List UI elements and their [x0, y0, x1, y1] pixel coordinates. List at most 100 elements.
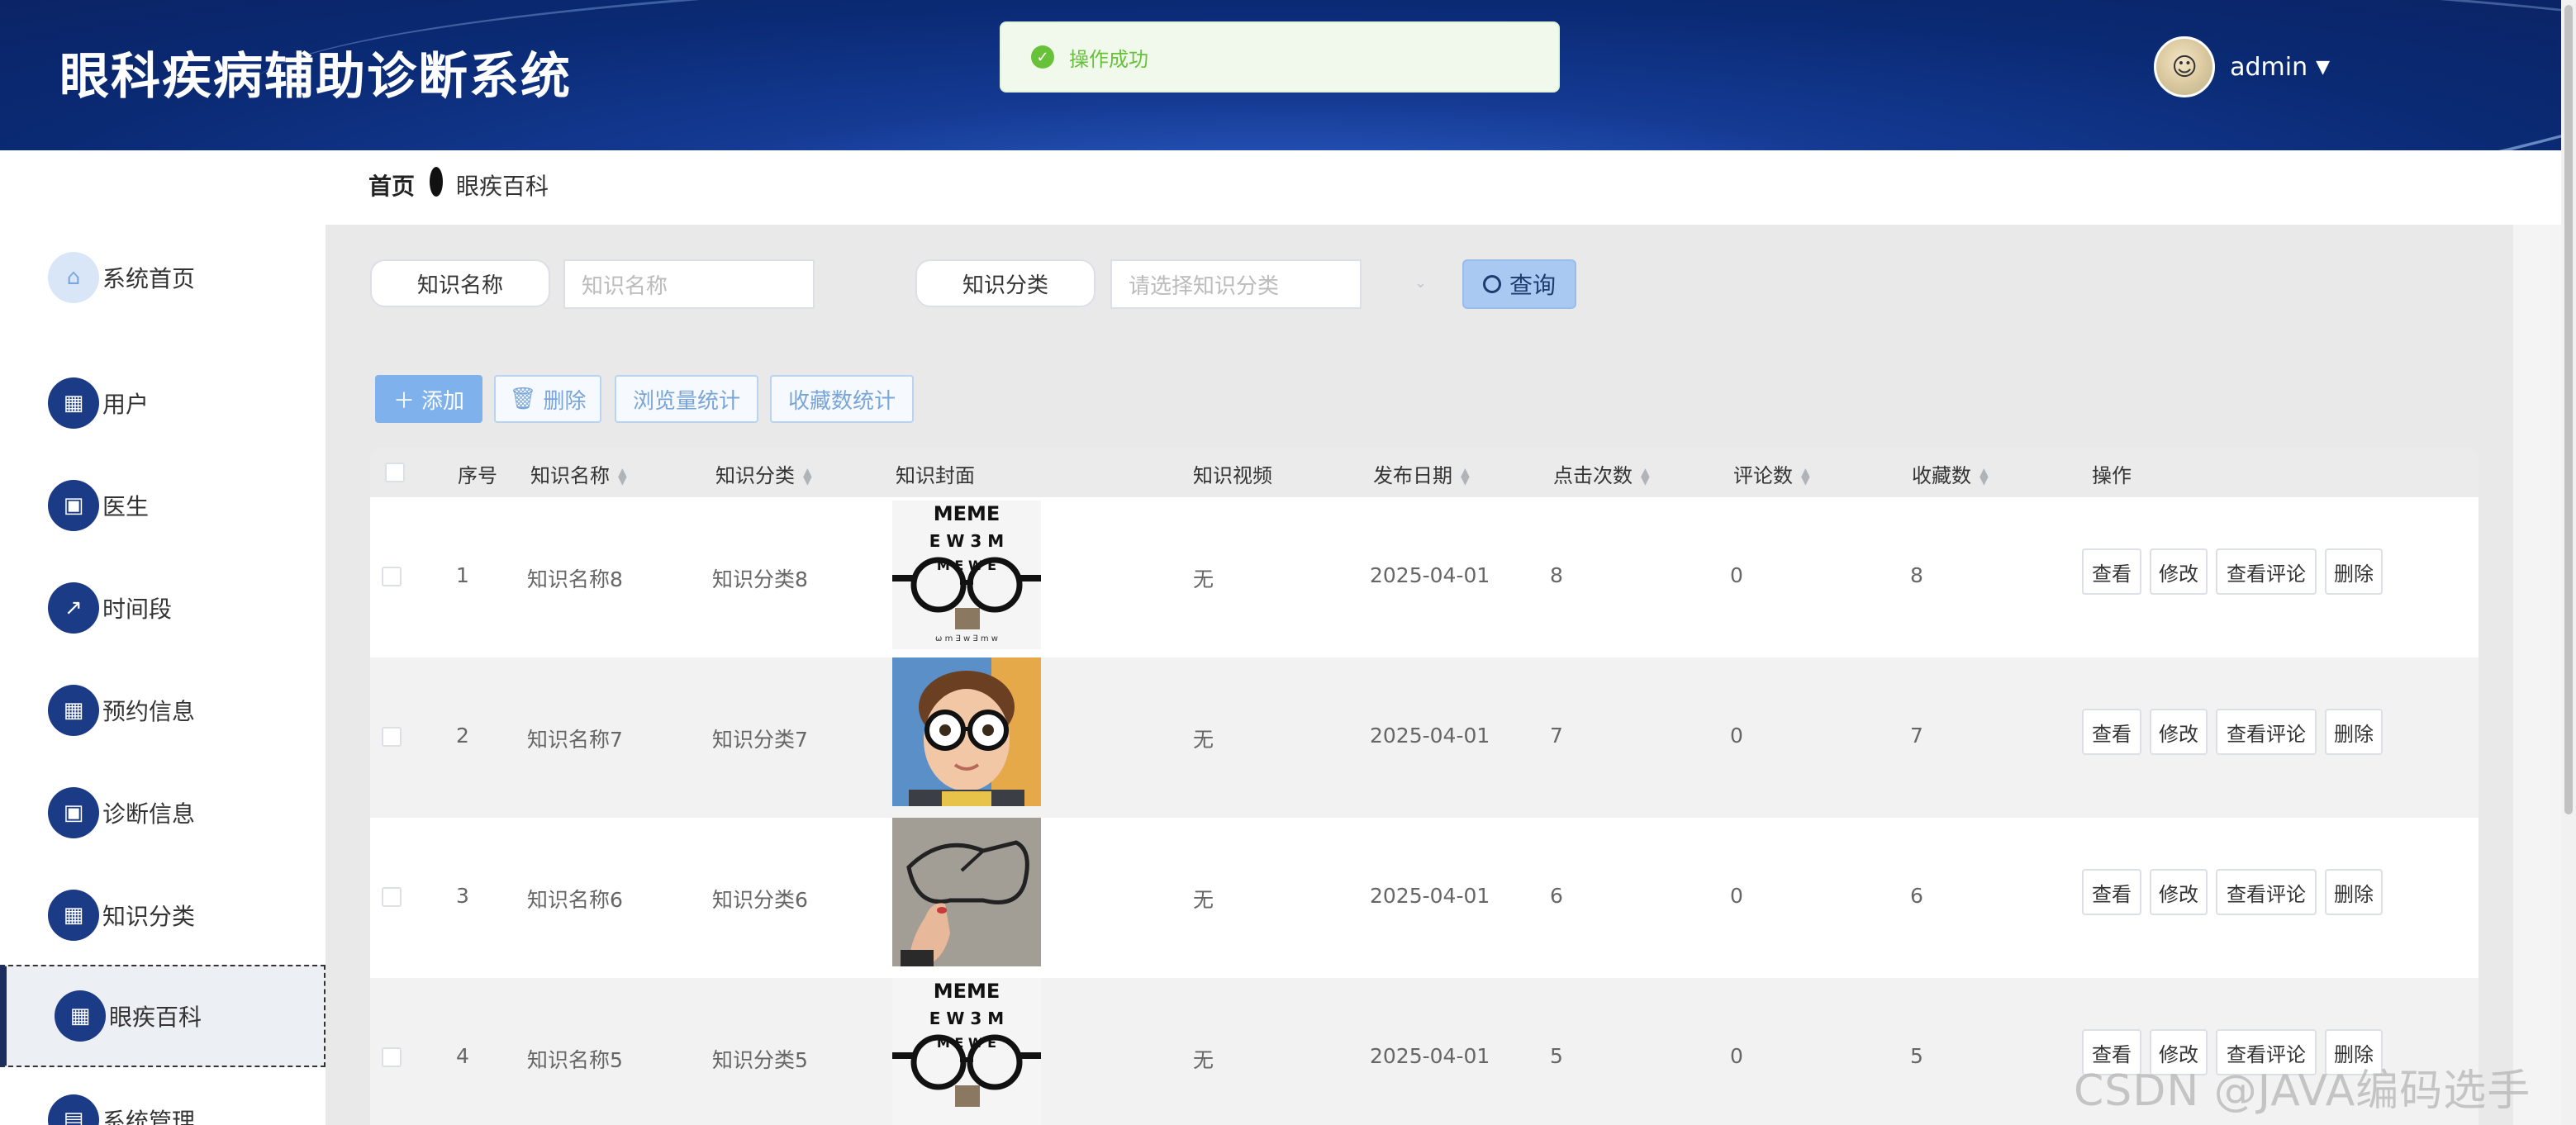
svg-text:E W 3 M: E W 3 M [929, 1009, 1004, 1028]
sidebar-item-label: 时间段 [102, 596, 173, 623]
home-icon: ⌂ [48, 252, 99, 303]
col-actions: 操作 [2092, 464, 2132, 487]
clipboard-icon: ▤ [48, 1094, 99, 1125]
app-title: 眼科疾病辅助诊断系统 [59, 48, 572, 106]
cell-name: 知识名称5 [527, 1048, 623, 1072]
cell-video: 无 [1193, 888, 1214, 912]
col-comments-label: 评论数 [1733, 464, 1793, 487]
col-clicks-label: 点击次数 [1553, 464, 1633, 487]
search-name-input[interactable]: 知识名称 [563, 259, 815, 309]
sidebar-item-diagnoses[interactable]: ▣ 诊断信息 [0, 763, 326, 862]
edit-button[interactable]: 修改 [2150, 869, 2208, 915]
grid-icon: ▦ [48, 377, 99, 429]
cover-image-hand-glasses [892, 818, 1041, 966]
edit-button[interactable]: 修改 [2150, 709, 2208, 755]
page-scrollbar[interactable] [2561, 0, 2576, 1125]
grid-icon: ▦ [55, 990, 106, 1042]
sidebar-item-knowledge-category[interactable]: ▦ 知识分类 [0, 866, 326, 965]
cell-index: 4 [456, 1044, 469, 1068]
view-comments-button[interactable]: 查看评论 [2216, 709, 2317, 755]
sidebar-item-label: 医生 [102, 493, 150, 520]
cell-clicks: 5 [1550, 1044, 1563, 1068]
col-date-label: 发布日期 [1373, 464, 1452, 487]
user-menu[interactable]: ☺ admin ▼ [2154, 36, 2330, 97]
table-row: 2 知识名称7 知识分类7 无 2025-04-01 7 0 7 查看 修改 查… [370, 657, 2479, 818]
sort-icon: ▲ ▼ [1641, 466, 1650, 487]
col-index: 序号 [458, 464, 497, 487]
col-favorites-label: 收藏数 [1912, 464, 1971, 487]
sidebar-item-eye-encyclopedia[interactable]: ▦ 眼疾百科 [0, 965, 326, 1067]
favorites-stat-button[interactable]: 收藏数统计 [770, 375, 914, 423]
cell-clicks: 8 [1550, 563, 1563, 587]
sidebar-item-home[interactable]: ⌂ 系统首页 [0, 228, 326, 327]
breadcrumb-separator [430, 167, 443, 197]
cell-favorites: 8 [1910, 563, 1923, 587]
col-category-label: 知识分类 [715, 464, 795, 487]
sort-icon: ▲ ▼ [803, 466, 812, 487]
sidebar-item-label: 预约信息 [102, 698, 196, 725]
col-favorites[interactable]: 收藏数 ▲ ▼ [1912, 459, 1989, 488]
breadcrumb-home[interactable]: 首页 [368, 169, 415, 202]
view-comments-button[interactable]: 查看评论 [2216, 869, 2317, 915]
row-checkbox[interactable] [382, 887, 402, 907]
col-comments[interactable]: 评论数 ▲ ▼ [1733, 459, 1810, 488]
delete-button-label: 删除 [543, 388, 587, 414]
views-stat-button[interactable]: 浏览量统计 [615, 375, 758, 423]
cell-comments: 0 [1730, 724, 1743, 748]
edit-button[interactable]: 修改 [2150, 548, 2208, 595]
cell-comments: 0 [1730, 1044, 1743, 1068]
delete-button[interactable]: 🗑 删除 [494, 375, 601, 423]
scrollbar-thumb[interactable] [2564, 5, 2573, 814]
row-delete-button[interactable]: 删除 [2325, 548, 2383, 595]
cell-video: 无 [1193, 728, 1214, 752]
category-select[interactable]: 请选择知识分类 [1110, 259, 1362, 309]
cell-category: 知识分类6 [712, 888, 808, 912]
col-clicks[interactable]: 点击次数 ▲ ▼ [1553, 459, 1650, 488]
search-icon [1482, 275, 1501, 293]
cell-clicks: 7 [1550, 724, 1563, 748]
briefcase-icon: ▣ [48, 480, 99, 531]
cell-video: 无 [1193, 567, 1214, 591]
svg-text:E W 3 M: E W 3 M [929, 531, 1004, 551]
view-comments-button[interactable]: 查看评论 [2216, 548, 2317, 595]
add-button-label: 添加 [421, 388, 465, 414]
sidebar-item-label: 系统首页 [102, 265, 196, 292]
view-button[interactable]: 查看 [2082, 709, 2141, 755]
cell-name: 知识名称6 [527, 888, 623, 912]
cover-image-child-glasses [892, 657, 1041, 806]
watermark: CSDN @JAVA编码选手 [2074, 1066, 2531, 1116]
success-toast: ✓ 操作成功 [1000, 21, 1560, 93]
row-checkbox[interactable] [382, 727, 402, 747]
main-content: 知识名称 知识名称 知识分类 请选择知识分类 ⌄ 查询 ＋ 添加 🗑 删除 浏览… [326, 225, 2513, 1125]
add-button[interactable]: ＋ 添加 [375, 375, 482, 423]
sidebar-item-doctors[interactable]: ▣ 医生 [0, 456, 326, 555]
view-button[interactable]: 查看 [2082, 869, 2141, 915]
briefcase-icon: ▣ [48, 787, 99, 838]
col-name[interactable]: 知识名称 ▲ ▼ [530, 459, 627, 488]
col-category[interactable]: 知识分类 ▲ ▼ [715, 459, 812, 488]
cell-name: 知识名称8 [527, 567, 623, 591]
sidebar-item-timeslots[interactable]: ↗ 时间段 [0, 558, 326, 657]
cell-date: 2025-04-01 [1370, 563, 1490, 587]
sidebar-item-system-admin[interactable]: ▤ 系统管理 [0, 1070, 326, 1125]
cell-category: 知识分类8 [712, 567, 808, 591]
row-delete-button[interactable]: 删除 [2325, 869, 2383, 915]
query-button[interactable]: 查询 [1462, 259, 1576, 309]
row-delete-button[interactable]: 删除 [2325, 709, 2383, 755]
sidebar-item-users[interactable]: ▦ 用户 [0, 354, 326, 453]
row-checkbox[interactable] [382, 567, 402, 586]
view-button[interactable]: 查看 [2082, 548, 2141, 595]
sidebar-item-appointments[interactable]: ▦ 预约信息 [0, 661, 326, 760]
sidebar-item-label: 知识分类 [102, 903, 196, 930]
col-date[interactable]: 发布日期 ▲ ▼ [1373, 459, 1470, 488]
cell-category: 知识分类7 [712, 728, 808, 752]
cell-index: 3 [456, 884, 469, 908]
svg-text:MEME: MEME [934, 980, 1000, 1003]
select-all-checkbox[interactable] [385, 463, 405, 482]
cell-favorites: 7 [1910, 724, 1923, 748]
table-header: 序号 知识名称 ▲ ▼ 知识分类 ▲ ▼ 知识封面 知识视频 发布日期 ▲ ▼ 点击次数 ▲ ▼… [370, 448, 2479, 497]
breadcrumb: 首页 眼疾百科 [326, 150, 2561, 225]
row-checkbox[interactable] [382, 1047, 402, 1067]
cell-favorites: 5 [1910, 1044, 1923, 1068]
breadcrumb-current: 眼疾百科 [456, 173, 549, 200]
